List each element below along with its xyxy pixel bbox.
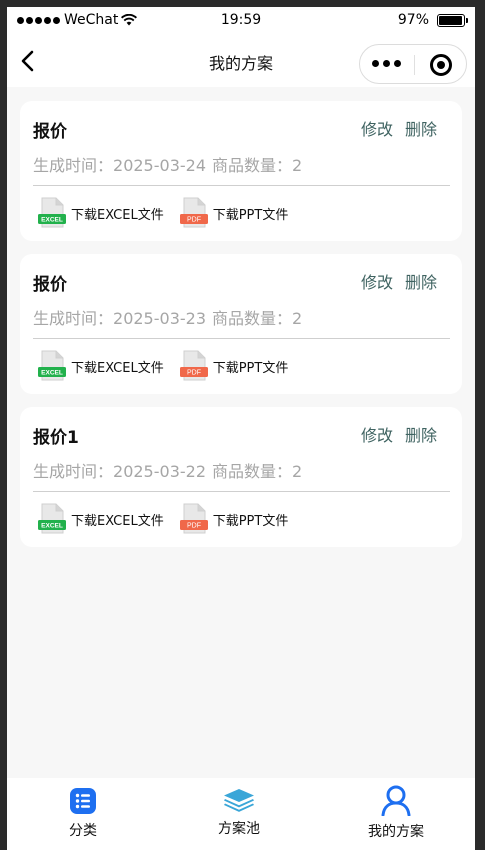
excel-label: 下载EXCEL文件	[71, 207, 164, 223]
nav-bar: 我的方案	[7, 35, 475, 87]
download-excel-link[interactable]: EXCEL 下载EXCEL文件	[37, 350, 164, 382]
edit-button[interactable]: 修改	[361, 422, 393, 446]
ppt-label: 下载PPT文件	[212, 513, 289, 529]
plan-count: 2	[292, 309, 303, 328]
plan-title: 报价1	[33, 428, 79, 448]
delete-button[interactable]: 删除	[405, 116, 437, 140]
plan-date: 2025-03-24	[113, 156, 206, 175]
count-label: 商品数量：	[212, 156, 293, 175]
plan-downloads: EXCEL 下载EXCEL文件 PDF 下载PPT文件	[37, 503, 288, 535]
excel-file-icon: EXCEL	[38, 350, 66, 381]
pdf-file-icon: PDF	[179, 503, 208, 534]
pdf-file-icon: PDF	[179, 197, 208, 228]
card-divider	[33, 185, 450, 186]
download-excel-link[interactable]: EXCEL 下载EXCEL文件	[37, 503, 164, 535]
edit-button[interactable]: 修改	[361, 269, 393, 293]
ppt-label: 下载PPT文件	[212, 360, 289, 376]
plan-count: 2	[292, 156, 303, 175]
status-bar: WeChat 19:59 97%	[7, 7, 475, 35]
card-divider	[33, 491, 450, 492]
excel-icon-text: EXCEL	[41, 523, 63, 530]
card-divider	[33, 338, 450, 339]
excel-file-icon: EXCEL	[38, 197, 66, 228]
plan-actions: 修改 删除	[361, 269, 437, 293]
mini-program-capsule	[359, 44, 467, 84]
plan-actions: 修改 删除	[361, 422, 437, 446]
more-icon[interactable]	[372, 60, 401, 67]
phone-screen: WeChat 19:59 97% 我的方案 报价 修改 删除 生成时间：2025…	[7, 7, 475, 850]
tab-plan-pool[interactable]: 方案池	[179, 778, 299, 850]
battery-percent: 97%	[397, 12, 429, 28]
delete-button[interactable]: 删除	[405, 422, 437, 446]
plan-date: 2025-03-23	[113, 309, 206, 328]
plan-actions: 修改 删除	[361, 116, 437, 140]
tab-label: 分类	[69, 823, 97, 839]
back-arrow-icon[interactable]	[15, 47, 43, 75]
close-target-icon[interactable]	[430, 54, 452, 76]
tab-label: 方案池	[218, 821, 260, 837]
battery-area: 97%	[397, 12, 468, 28]
tab-bar: 分类 方案池 我的方案	[7, 778, 475, 850]
plan-date: 2025-03-22	[113, 462, 206, 481]
user-icon	[381, 785, 411, 816]
pdf-icon-text: PDF	[187, 370, 201, 377]
excel-label: 下载EXCEL文件	[71, 513, 164, 529]
excel-file-icon: EXCEL	[38, 503, 66, 534]
excel-icon-text: EXCEL	[41, 217, 63, 224]
battery-fill	[439, 15, 463, 25]
delete-button[interactable]: 删除	[405, 269, 437, 293]
excel-icon-text: EXCEL	[41, 370, 63, 377]
plan-card: 报价 修改 删除 生成时间：2025-03-24 商品数量：2 EXCEL 下载E…	[20, 101, 462, 241]
download-ppt-link[interactable]: PDF 下载PPT文件	[179, 503, 289, 535]
tab-my-plans[interactable]: 我的方案	[336, 778, 456, 850]
plan-card: 报价 修改 删除 生成时间：2025-03-23 商品数量：2 EXCEL 下载E…	[20, 254, 462, 394]
excel-label: 下载EXCEL文件	[71, 360, 164, 376]
battery-icon	[437, 13, 468, 27]
list-icon	[70, 788, 96, 814]
pdf-file-icon: PDF	[179, 350, 208, 381]
count-label: 商品数量：	[212, 462, 293, 481]
pdf-icon-text: PDF	[187, 523, 201, 530]
ppt-label: 下载PPT文件	[212, 207, 289, 223]
count-label: 商品数量：	[212, 309, 293, 328]
plan-downloads: EXCEL 下载EXCEL文件 PDF 下载PPT文件	[37, 197, 288, 229]
capsule-divider	[414, 55, 415, 75]
plan-title: 报价	[33, 275, 67, 295]
plan-meta: 生成时间：2025-03-24 商品数量：2	[33, 152, 302, 176]
edit-button[interactable]: 修改	[361, 116, 393, 140]
plan-title: 报价	[33, 122, 67, 142]
download-excel-link[interactable]: EXCEL 下载EXCEL文件	[37, 197, 164, 229]
plan-meta: 生成时间：2025-03-23 商品数量：2	[33, 305, 302, 329]
plan-card: 报价1 修改 删除 生成时间：2025-03-22 商品数量：2 EXCEL 下载…	[20, 407, 462, 547]
time-label: 生成时间：	[33, 309, 114, 328]
plan-meta: 生成时间：2025-03-22 商品数量：2	[33, 458, 302, 482]
pdf-icon-text: PDF	[187, 217, 201, 224]
time-label: 生成时间：	[33, 462, 114, 481]
download-ppt-link[interactable]: PDF 下载PPT文件	[179, 197, 289, 229]
tab-category[interactable]: 分类	[23, 778, 143, 850]
tab-label: 我的方案	[368, 824, 424, 840]
plan-downloads: EXCEL 下载EXCEL文件 PDF 下载PPT文件	[37, 350, 288, 382]
time-label: 生成时间：	[33, 156, 114, 175]
download-ppt-link[interactable]: PDF 下载PPT文件	[179, 350, 289, 382]
plan-count: 2	[292, 462, 303, 481]
plan-list: 报价 修改 删除 生成时间：2025-03-24 商品数量：2 EXCEL 下载E…	[7, 87, 475, 778]
layers-icon	[224, 789, 254, 812]
